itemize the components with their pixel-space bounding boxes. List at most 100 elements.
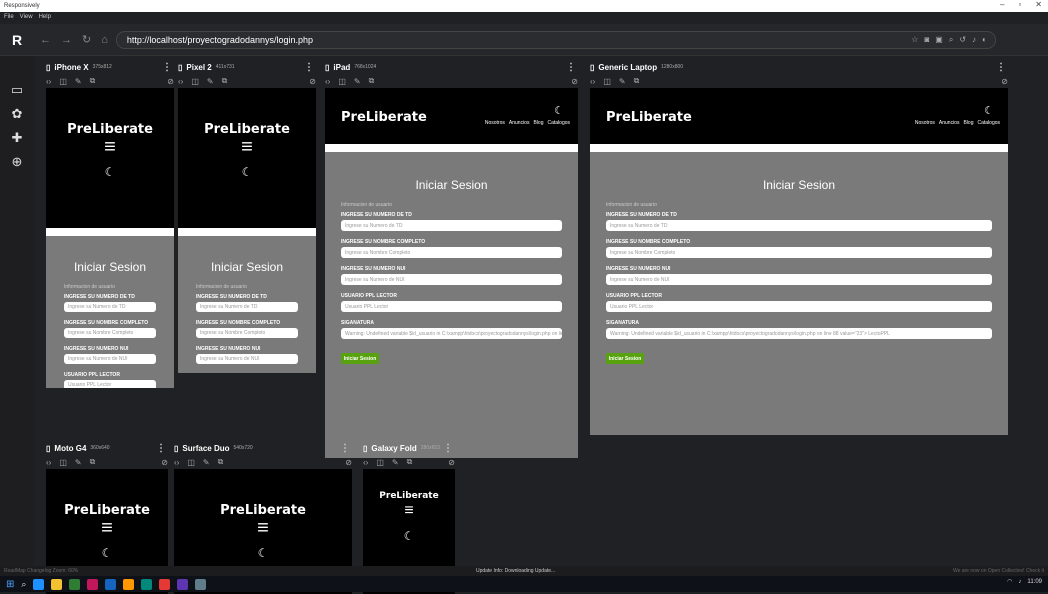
text-input[interactable]: Ingrese su Numero de NUI xyxy=(341,274,562,285)
mute-icon[interactable]: ♪ xyxy=(972,35,976,45)
site-brand[interactable]: PreLiberate xyxy=(174,469,352,518)
text-input[interactable]: Ingrese su Nombre Completo xyxy=(341,247,562,258)
rotate-device-icon[interactable]: ⊘ xyxy=(309,77,316,86)
search-icon[interactable]: ⌕ xyxy=(21,579,26,590)
text-input[interactable]: Ingrese su Numero de NUI xyxy=(606,274,992,285)
camera-icon[interactable]: ◙ xyxy=(924,35,929,45)
powerpoint-icon[interactable] xyxy=(87,578,99,590)
code-icon[interactable]: ‹› xyxy=(46,77,51,86)
rotate-device-icon[interactable]: ⊘ xyxy=(345,458,352,467)
external-icon[interactable]: ⧉ xyxy=(634,76,640,86)
nav-link[interactable]: Anuncios xyxy=(509,120,530,126)
text-input[interactable]: Ingrese su Numero de TD xyxy=(64,302,156,312)
login-button[interactable]: Iniciar Sesion xyxy=(341,353,379,364)
rotate-device-icon[interactable]: ⊘ xyxy=(448,458,455,467)
code-icon[interactable]: ‹› xyxy=(590,77,595,86)
external-icon[interactable]: ⧉ xyxy=(369,76,375,86)
back-icon[interactable]: ← xyxy=(40,34,51,46)
close-button[interactable]: ✕ xyxy=(1035,0,1042,9)
moon-icon[interactable]: ☾ xyxy=(554,104,564,117)
code-icon[interactable]: ‹› xyxy=(178,77,183,86)
screenshot-icon[interactable]: ◫ xyxy=(376,458,384,467)
device-icon[interactable]: ▭ xyxy=(0,78,34,102)
external-icon[interactable]: ⧉ xyxy=(222,76,228,86)
site-brand[interactable]: PreLiberate xyxy=(46,469,168,518)
external-icon[interactable]: ⧉ xyxy=(90,76,96,86)
edge-icon[interactable] xyxy=(33,578,45,590)
text-input[interactable]: Ingrese su Nombre Completo xyxy=(606,247,992,258)
signature-select[interactable]: Warning: Undefined variable $id_usuario … xyxy=(606,328,992,339)
edit-icon[interactable]: ✎ xyxy=(354,77,361,86)
nav-link[interactable]: Anuncios xyxy=(939,120,960,126)
rotate-device-icon[interactable]: ⊘ xyxy=(1001,77,1008,86)
moon-icon[interactable]: ☾ xyxy=(178,165,316,179)
more-options-icon[interactable]: ⋮ xyxy=(162,62,174,73)
text-input[interactable]: Usuario PPL Lector xyxy=(64,380,156,388)
moon-icon[interactable]: ☾ xyxy=(984,104,994,117)
reload-icon[interactable]: ↻ xyxy=(82,33,91,46)
text-input[interactable]: Ingrese su Numero de NUI xyxy=(196,354,298,364)
screenshot-icon[interactable]: ◫ xyxy=(338,77,346,86)
url-input[interactable]: http://localhost/proyectogradodannys/log… xyxy=(115,30,996,49)
minimize-button[interactable]: – xyxy=(1000,0,1004,9)
nav-link[interactable]: Nosotros xyxy=(915,120,935,126)
screenshot-icon[interactable]: ◫ xyxy=(187,458,195,467)
signature-select[interactable]: Warning: Undefined variable $id_usuario … xyxy=(341,328,562,339)
code-icon[interactable]: ‹› xyxy=(46,458,51,467)
hamburger-icon[interactable]: ≡ xyxy=(46,137,174,157)
nav-link[interactable]: Catalogos xyxy=(977,120,1000,126)
home-icon[interactable]: ⌂ xyxy=(101,34,108,46)
globe-icon[interactable]: ⊕ xyxy=(0,150,34,174)
maximize-button[interactable]: ▫ xyxy=(1018,0,1021,9)
layout-icon[interactable]: ▣ xyxy=(935,35,943,45)
text-input[interactable]: Ingrese su Numero de TD xyxy=(606,220,992,231)
screenshot-icon[interactable]: ◫ xyxy=(191,77,199,86)
text-input[interactable]: Ingrese su Numero de TD xyxy=(196,302,298,312)
moon-icon[interactable]: ☾ xyxy=(46,546,168,560)
more-options-icon[interactable]: ⋮ xyxy=(566,62,578,73)
edit-icon[interactable]: ✎ xyxy=(619,77,626,86)
excel-icon[interactable] xyxy=(69,578,81,590)
site-brand[interactable]: PreLiberate xyxy=(363,469,455,501)
screenshot-icon[interactable]: ◫ xyxy=(59,77,67,86)
hamburger-icon[interactable]: ≡ xyxy=(178,137,316,157)
edit-icon[interactable]: ✎ xyxy=(75,458,82,467)
text-input[interactable]: Ingrese su Nombre Completo xyxy=(196,328,298,338)
rotate-device-icon[interactable]: ⊘ xyxy=(161,458,168,467)
nav-link[interactable]: Blog xyxy=(963,120,973,126)
external-icon[interactable]: ⧉ xyxy=(407,457,413,467)
moon-icon[interactable]: ☾ xyxy=(46,165,174,179)
forward-icon[interactable]: → xyxy=(61,34,72,46)
external-icon[interactable]: ⧉ xyxy=(218,457,224,467)
nav-link[interactable]: Catalogos xyxy=(547,120,570,126)
settings-icon[interactable]: ✿ xyxy=(0,102,34,126)
moon-icon[interactable]: ☾ xyxy=(174,546,352,560)
external-icon[interactable]: ⧉ xyxy=(90,457,96,467)
hamburger-icon[interactable]: ≡ xyxy=(46,518,168,538)
explorer-icon[interactable] xyxy=(51,578,63,590)
more-options-icon[interactable]: ⋮ xyxy=(156,443,168,454)
text-input[interactable]: Ingrese su Numero de TD xyxy=(341,220,562,231)
text-input[interactable]: Usuario PPL Lector xyxy=(606,301,992,312)
rotate-icon[interactable]: ↺ xyxy=(959,35,966,45)
windows-start-icon[interactable]: ⊞ xyxy=(6,579,14,590)
edit-icon[interactable]: ✎ xyxy=(207,77,214,86)
star-icon[interactable]: ☆ xyxy=(911,35,918,45)
app-icon[interactable] xyxy=(123,578,135,590)
more-options-icon[interactable]: ⋮ xyxy=(996,62,1008,73)
login-button[interactable]: Iniciar Sesion xyxy=(606,353,644,364)
code-icon[interactable]: ‹› xyxy=(325,77,330,86)
code-icon[interactable]: ‹› xyxy=(174,458,179,467)
nav-link[interactable]: Nosotros xyxy=(485,120,505,126)
text-input[interactable]: Ingrese su Nombre Completo xyxy=(64,328,156,338)
moon-icon[interactable]: ☾ xyxy=(363,529,455,543)
nav-link[interactable]: Blog xyxy=(533,120,543,126)
app-icon-2[interactable] xyxy=(141,578,153,590)
rotate-device-icon[interactable]: ⊘ xyxy=(571,77,578,86)
site-brand[interactable]: PreLiberate xyxy=(341,110,427,125)
edit-icon[interactable]: ✎ xyxy=(392,458,399,467)
screenshot-icon[interactable]: ◫ xyxy=(603,77,611,86)
text-input[interactable]: Usuario PPL Lector xyxy=(341,301,562,312)
screenshot-icon[interactable]: ◫ xyxy=(59,458,67,467)
word-icon[interactable] xyxy=(105,578,117,590)
